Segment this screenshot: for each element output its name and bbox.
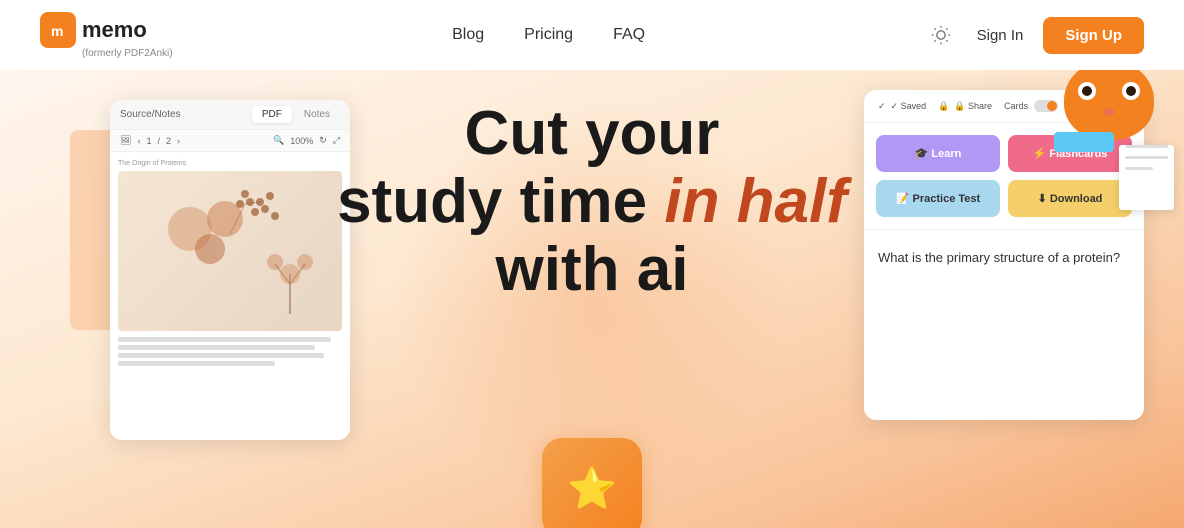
mascot-body: [1044, 70, 1174, 220]
pdf-tab[interactable]: PDF: [252, 106, 292, 123]
cat-eye-left: [1078, 82, 1096, 100]
pdf-page-num: 1: [146, 136, 151, 146]
pdf-zoom-icon: 🔍: [273, 135, 284, 146]
theme-toggle-button[interactable]: [925, 19, 957, 51]
book-held: [1119, 137, 1174, 210]
navbar: m memo (formerly PDF2Anki) Blog Pricing …: [0, 0, 1184, 70]
nav-links: Blog Pricing FAQ: [452, 26, 645, 44]
hero-section: Cut your study time in half with ai Sour…: [0, 70, 1184, 528]
logo-icon: m: [40, 12, 76, 48]
pdf-next-button[interactable]: ›: [177, 136, 180, 146]
pdf-content: The Origin of Proteins: [110, 152, 350, 377]
nav-pricing[interactable]: Pricing: [524, 26, 573, 44]
sign-up-button[interactable]: Sign Up: [1043, 17, 1144, 54]
cat-scarf: [1054, 132, 1114, 152]
logo-sub: (formerly PDF2Anki): [82, 48, 173, 59]
notes-tab[interactable]: Notes: [294, 106, 340, 123]
pdf-page-sep: /: [157, 136, 160, 146]
cat-eye-right: [1122, 82, 1140, 100]
pdf-page-total: 2: [166, 136, 171, 146]
pdf-card-header: Source/Notes PDF Notes: [110, 100, 350, 130]
text-line: [118, 337, 331, 342]
pdf-section-title: The Origin of Proteins: [118, 160, 342, 167]
logo-area: m memo (formerly PDF2Anki): [40, 12, 173, 59]
practice-test-button[interactable]: 📝 Practice Test: [876, 180, 1000, 217]
hero-text: Cut your study time in half with ai: [337, 100, 847, 305]
source-notes-label: Source/Notes: [120, 109, 181, 120]
pupil-left: [1082, 86, 1092, 96]
share-label: 🔒 Share: [954, 101, 992, 112]
cards-label: Cards: [1004, 101, 1028, 111]
book-page: [1119, 145, 1174, 210]
nav-faq[interactable]: FAQ: [613, 26, 645, 44]
pdf-text-content: [118, 337, 342, 366]
text-line: [118, 345, 315, 350]
lock-icon: 🔒: [938, 101, 949, 112]
logo-text: memo: [82, 17, 147, 43]
pdf-refresh-button[interactable]: ↻: [319, 135, 327, 146]
learn-button[interactable]: 🎓 Learn: [876, 135, 1000, 172]
hero-line2-normal: study time: [337, 167, 664, 236]
saved-label: ✓ Saved: [891, 101, 927, 112]
sign-in-link[interactable]: Sign In: [977, 27, 1024, 44]
book-line: [1125, 156, 1168, 159]
text-line: [118, 361, 275, 366]
pdf-zoom-level: 100%: [290, 136, 313, 146]
nav-right: Sign In Sign Up: [925, 17, 1144, 54]
star-icon: ⭐: [567, 465, 617, 512]
hero-line1: Cut your: [465, 99, 720, 168]
pdf-page-icon: 🖼: [120, 135, 131, 146]
share-button[interactable]: 🔒 🔒 Share: [938, 101, 992, 112]
book-line: [1125, 145, 1168, 148]
text-line: [118, 353, 324, 358]
hero-line2-italic: in half: [664, 167, 847, 236]
app-icon-card: ⭐: [542, 438, 642, 528]
book-line: [1125, 167, 1153, 170]
hero-title: Cut your study time in half with ai: [337, 100, 847, 305]
hero-line3: with ai: [496, 235, 689, 304]
pdf-diagram: [118, 171, 342, 331]
mascot: [1044, 70, 1184, 240]
check-icon: ✓: [878, 101, 886, 112]
pdf-toolbar: 🖼 ‹ 1 / 2 › 🔍 100% ↻ ⤢: [110, 130, 350, 152]
nav-blog[interactable]: Blog: [452, 26, 484, 44]
pupil-right: [1126, 86, 1136, 96]
pdf-viewer-card: Source/Notes PDF Notes 🖼 ‹ 1 / 2 › 🔍 100…: [110, 100, 350, 440]
cat-nose: [1104, 108, 1114, 116]
pdf-prev-button[interactable]: ‹: [137, 136, 140, 146]
saved-indicator: ✓ ✓ Saved: [878, 101, 926, 112]
svg-text:m: m: [51, 23, 63, 39]
cat-head: [1064, 70, 1154, 140]
